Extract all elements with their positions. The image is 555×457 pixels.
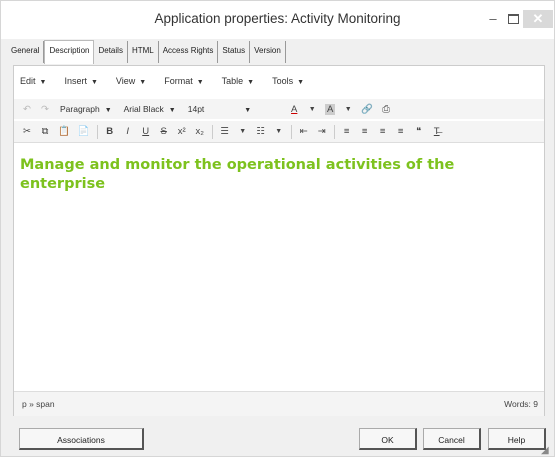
editor-menubar: Edit ▼ Insert ▼ View ▼ Format ▼ Table ▼ Tools… <box>14 66 544 96</box>
toolbar-divider <box>290 124 292 139</box>
chevron-down-icon[interactable]: ▼ <box>343 106 353 113</box>
chevron-down-icon: ▼ <box>168 107 176 114</box>
chevron-down-icon: ▼ <box>297 79 305 86</box>
blockquote-icon[interactable]: ❝ <box>414 126 424 137</box>
bullet-list-icon[interactable]: ☰ <box>220 126 230 137</box>
minimize-button[interactable]: – <box>484 10 502 28</box>
toolbar-divider <box>333 124 335 139</box>
status-bar: p » span Words: 9 <box>14 391 544 416</box>
properties-dialog: Application properties: Activity Monitor… <box>0 0 555 457</box>
cut-icon[interactable]: ✂ <box>22 126 32 137</box>
chevron-down-icon: ▼ <box>244 107 252 114</box>
chevron-down-icon: ▼ <box>39 79 47 86</box>
cancel-button[interactable]: Cancel <box>423 428 481 450</box>
tab-bar: General Description Details HTML Access … <box>7 40 286 64</box>
toolbar-divider <box>96 124 98 139</box>
maximize-icon <box>507 13 519 24</box>
ok-button[interactable]: OK <box>359 428 417 450</box>
maximize-button[interactable] <box>504 10 522 28</box>
toolbar-row-2: ✂ ⧉ 📋 📄 B I U S x² x₂ ☰ ▼ ☷ ▼ ⇤ ⇥ ≡ ≡ ≡ … <box>14 121 544 143</box>
menu-table[interactable]: Table ▼ <box>222 76 254 86</box>
paste-text-icon[interactable]: 📄 <box>78 126 90 137</box>
font-color-icon[interactable]: A <box>289 104 299 115</box>
window-title: Application properties: Activity Monitor… <box>154 11 401 26</box>
tab-general[interactable]: General <box>7 41 45 63</box>
bold-icon[interactable]: B <box>105 126 115 137</box>
associations-button[interactable]: Associations <box>19 428 144 450</box>
element-path[interactable]: p » span <box>22 399 55 409</box>
menu-edit[interactable]: Edit ▼ <box>20 76 46 86</box>
help-button[interactable]: Help <box>488 428 546 450</box>
justify-icon[interactable]: ≡ <box>396 126 406 137</box>
menu-insert[interactable]: Insert ▼ <box>64 76 97 86</box>
chevron-down-icon[interactable]: ▼ <box>274 128 284 135</box>
align-left-icon[interactable]: ≡ <box>342 126 352 137</box>
align-right-icon[interactable]: ≡ <box>378 126 388 137</box>
print-icon[interactable]: ⎙ <box>381 104 391 115</box>
superscript-icon[interactable]: x² <box>177 126 187 137</box>
indent-icon[interactable]: ⇥ <box>317 126 327 137</box>
tab-access-rights[interactable]: Access Rights <box>159 41 219 63</box>
chevron-down-icon[interactable]: ▼ <box>307 106 317 113</box>
chevron-down-icon: ▼ <box>196 79 204 86</box>
font-family-select[interactable]: Arial Black ▼ <box>124 104 176 114</box>
link-icon[interactable]: 🔗 <box>361 104 373 115</box>
background-color-icon[interactable]: A <box>325 103 336 115</box>
title-bar: Application properties: Activity Monitor… <box>1 1 554 39</box>
block-format-select[interactable]: Paragraph ▼ <box>60 104 112 114</box>
select-value: 14pt <box>187 104 205 114</box>
toolbar-divider <box>211 124 213 139</box>
close-button[interactable]: ✕ <box>523 10 553 28</box>
editor-content[interactable]: Manage and monitor the operational activ… <box>20 156 520 194</box>
tab-status[interactable]: Status <box>218 41 251 63</box>
select-value: Arial Black <box>123 104 164 114</box>
menu-tools[interactable]: Tools ▼ <box>272 76 304 86</box>
strikethrough-icon[interactable]: S <box>159 126 169 137</box>
clear-format-icon[interactable]: T̶ <box>432 126 442 137</box>
paste-icon[interactable]: 📋 <box>58 126 70 137</box>
redo-icon[interactable]: ↷ <box>40 104 50 115</box>
subscript-icon[interactable]: x₂ <box>195 126 205 137</box>
undo-icon[interactable]: ↶ <box>22 104 32 115</box>
outdent-icon[interactable]: ⇤ <box>299 126 309 137</box>
underline-icon[interactable]: U <box>141 126 151 137</box>
chevron-down-icon: ▼ <box>104 107 112 114</box>
toolbar-row-1: ↶ ↷ Paragraph ▼ Arial Black ▼ 14pt ▼ A ▼ A … <box>14 99 544 119</box>
tab-version[interactable]: Version <box>250 41 286 63</box>
chevron-down-icon: ▼ <box>247 79 255 86</box>
italic-icon[interactable]: I <box>123 126 133 137</box>
menu-label: Tools <box>272 76 294 86</box>
menu-label: Edit <box>20 76 36 86</box>
rich-text-editor: Edit ▼ Insert ▼ View ▼ Format ▼ Table ▼ Tools… <box>13 65 545 416</box>
tab-html[interactable]: HTML <box>128 41 159 63</box>
chevron-down-icon[interactable]: ▼ <box>238 128 248 135</box>
tab-details[interactable]: Details <box>94 41 128 63</box>
tab-description[interactable]: Description <box>44 40 95 64</box>
menu-label: Insert <box>64 76 87 86</box>
chevron-down-icon: ▼ <box>139 79 147 86</box>
resize-grip-icon[interactable]: ◢ <box>541 445 549 456</box>
numbered-list-icon[interactable]: ☷ <box>256 126 266 137</box>
menu-label: View <box>115 76 136 86</box>
menu-format[interactable]: Format ▼ <box>164 76 203 86</box>
font-size-select[interactable]: 14pt ▼ <box>188 104 251 114</box>
menu-view[interactable]: View ▼ <box>116 76 146 86</box>
align-center-icon[interactable]: ≡ <box>360 126 370 137</box>
select-value: Paragraph <box>60 104 100 114</box>
word-count: Words: 9 <box>504 399 538 409</box>
menu-label: Format <box>164 76 193 86</box>
chevron-down-icon: ▼ <box>90 79 98 86</box>
copy-icon[interactable]: ⧉ <box>40 126 50 137</box>
menu-label: Table <box>221 76 244 86</box>
